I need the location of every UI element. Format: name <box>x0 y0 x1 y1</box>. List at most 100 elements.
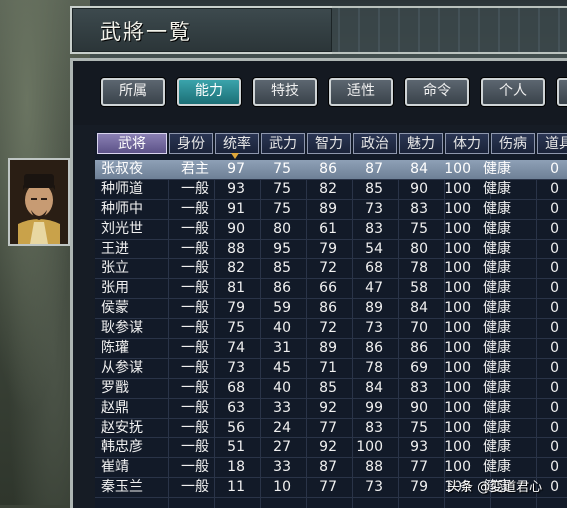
cell-leadership: 63 <box>227 399 245 416</box>
table-row[interactable]: 种师道 一般 93 75 82 85 90 100 健康 0 <box>95 180 567 200</box>
cell-stamina: 100 <box>444 459 471 476</box>
cell-injury: 健康 <box>483 399 511 416</box>
tab-special-skill[interactable]: 特技 <box>253 78 317 106</box>
cell-item: 0 <box>550 439 559 456</box>
table-body: 张叔夜 君主 97 75 86 87 84 100 健康 0 种师道 一般 93 75 82 85 90 100 健… <box>95 160 567 499</box>
cell-politics: 73 <box>365 320 383 337</box>
tab-ability[interactable]: 能力 <box>177 78 241 106</box>
cell-charm: 84 <box>410 161 428 177</box>
cell-intelligence: 61 <box>319 220 337 237</box>
cell-name: 罗戬 <box>101 379 129 396</box>
table-row[interactable]: 种师中 一般 91 75 89 73 83 100 健康 0 <box>95 200 567 220</box>
tab-more[interactable] <box>557 78 567 106</box>
cell-injury: 健康 <box>483 439 511 456</box>
cell-rank: 一般 <box>181 320 209 337</box>
cell-intelligence: 79 <box>319 240 337 257</box>
cell-injury: 健康 <box>483 240 511 257</box>
tab-personal[interactable]: 个人 <box>481 78 545 106</box>
window-title: 武將一覧 <box>100 20 192 44</box>
cell-item: 0 <box>550 220 559 237</box>
cell-rank: 一般 <box>181 180 209 197</box>
cell-item: 0 <box>550 379 559 396</box>
cell-war: 75 <box>273 161 291 177</box>
watermark-text: 头条 @変道君心 <box>447 480 543 495</box>
header-stamina[interactable]: 体力 <box>445 133 489 154</box>
cell-item: 0 <box>550 180 559 197</box>
header-item[interactable]: 道具 <box>537 133 567 154</box>
cell-item: 0 <box>550 260 559 277</box>
table-row[interactable]: 从参谋 一般 73 45 71 78 69 100 健康 0 <box>95 359 567 379</box>
table-row[interactable]: 陈瓘 一般 74 31 89 86 86 100 健康 0 <box>95 339 567 359</box>
tab-aptitude[interactable]: 适性 <box>329 78 393 106</box>
cell-rank: 一般 <box>181 240 209 257</box>
header-intelligence[interactable]: 智力 <box>307 133 351 154</box>
cell-stamina: 100 <box>444 161 471 177</box>
portrait-image <box>10 160 68 244</box>
cell-stamina: 100 <box>444 200 471 217</box>
cell-injury: 健康 <box>483 379 511 396</box>
cell-item: 0 <box>550 300 559 317</box>
cell-leadership: 75 <box>227 320 245 337</box>
cell-war: 24 <box>273 419 291 436</box>
cell-leadership: 91 <box>227 200 245 217</box>
table-header: 武将 身份 统率 武力 智力 政治 魅力 体力 伤病 道具 <box>95 131 567 155</box>
cell-stamina: 100 <box>444 320 471 337</box>
cell-intelligence: 86 <box>319 161 337 177</box>
cell-rank: 一般 <box>181 280 209 297</box>
cell-politics: 73 <box>365 200 383 217</box>
cell-intelligence: 89 <box>319 200 337 217</box>
table-row[interactable]: 赵安抚 一般 56 24 77 83 75 100 健康 0 <box>95 419 567 439</box>
table-row[interactable]: 张用 一般 81 86 66 47 58 100 健康 0 <box>95 279 567 300</box>
cell-charm: 78 <box>410 260 428 277</box>
cell-stamina: 100 <box>444 399 471 416</box>
cell-intelligence: 87 <box>319 459 337 476</box>
tab-affiliation[interactable]: 所属 <box>101 78 165 106</box>
header-general[interactable]: 武将 <box>97 133 167 154</box>
cell-war: 85 <box>273 260 291 277</box>
table-row[interactable]: 张叔夜 君主 97 75 86 87 84 100 健康 0 <box>95 160 567 180</box>
table-row[interactable]: 赵鼎 一般 63 33 92 99 90 100 健康 0 <box>95 399 567 419</box>
general-list-panel: 所属 能力 特技 适性 命令 个人 武将 身份 统率 武力 智力 政治 魅力 体… <box>70 58 567 508</box>
cell-leadership: 88 <box>227 240 245 257</box>
cell-politics: 78 <box>365 359 383 376</box>
header-rank[interactable]: 身份 <box>169 133 213 154</box>
cell-politics: 83 <box>365 419 383 436</box>
cell-name: 王进 <box>101 240 129 257</box>
cell-charm: 70 <box>410 320 428 337</box>
cell-name: 种师中 <box>101 200 143 217</box>
cell-stamina: 100 <box>444 379 471 396</box>
table-row[interactable]: 耿参谋 一般 75 40 72 73 70 100 健康 0 <box>95 319 567 340</box>
cell-charm: 58 <box>410 280 428 297</box>
cell-intelligence: 71 <box>319 359 337 376</box>
cell-leadership: 73 <box>227 359 245 376</box>
header-politics[interactable]: 政治 <box>353 133 397 154</box>
table-row[interactable]: 罗戬 一般 68 40 85 84 83 100 健康 0 <box>95 379 567 399</box>
tab-command[interactable]: 命令 <box>405 78 469 106</box>
cell-name: 崔靖 <box>101 459 129 476</box>
header-injury[interactable]: 伤病 <box>491 133 535 154</box>
cell-name: 张立 <box>101 260 129 277</box>
header-leadership[interactable]: 统率 <box>215 133 259 154</box>
table-row[interactable]: 韩忠彦 一般 51 27 92 100 93 100 健康 0 <box>95 438 567 459</box>
table-row[interactable]: 刘光世 一般 90 80 61 83 75 100 健康 0 <box>95 220 567 240</box>
cell-war: 27 <box>273 439 291 456</box>
table-row[interactable]: 侯蒙 一般 79 59 86 89 84 100 健康 0 <box>95 299 567 320</box>
cell-charm: 80 <box>410 240 428 257</box>
cell-rank: 一般 <box>181 220 209 237</box>
cell-intelligence: 92 <box>319 399 337 416</box>
cell-name: 种师道 <box>101 180 143 197</box>
cell-politics: 47 <box>365 280 383 297</box>
tab-bar: 所属 能力 特技 适性 命令 个人 <box>73 61 567 125</box>
table-row[interactable]: 王进 一般 88 95 79 54 80 100 健康 0 <box>95 240 567 260</box>
cell-injury: 健康 <box>483 260 511 277</box>
cell-charm: 90 <box>410 180 428 197</box>
header-war[interactable]: 武力 <box>261 133 305 154</box>
cell-injury: 健康 <box>483 359 511 376</box>
cell-intelligence: 86 <box>319 300 337 317</box>
cell-leadership: 18 <box>227 459 245 476</box>
table-row[interactable]: 张立 一般 82 85 72 68 78 100 健康 0 <box>95 259 567 280</box>
cell-politics: 68 <box>365 260 383 277</box>
cell-rank: 一般 <box>181 200 209 217</box>
header-charm[interactable]: 魅力 <box>399 133 443 154</box>
cell-stamina: 100 <box>444 280 471 297</box>
